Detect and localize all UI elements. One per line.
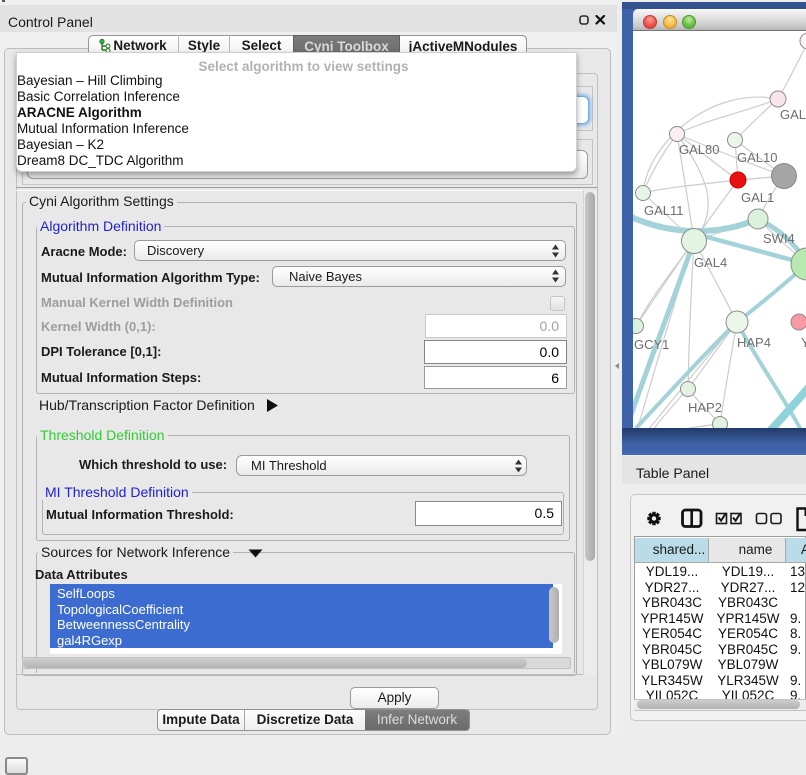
svg-text:GAL80: GAL80 bbox=[679, 142, 719, 157]
svg-text:HAP4: HAP4 bbox=[737, 335, 771, 350]
svg-text:GAL1: GAL1 bbox=[741, 190, 774, 205]
svg-text:GAL8: GAL8 bbox=[780, 107, 806, 122]
svg-text:GAL10: GAL10 bbox=[737, 150, 777, 165]
svg-text:GAL11: GAL11 bbox=[644, 203, 684, 218]
svg-text:SWI4: SWI4 bbox=[763, 231, 795, 246]
svg-text:GAL4: GAL4 bbox=[694, 255, 727, 270]
svg-text:GCY1: GCY1 bbox=[634, 337, 669, 352]
svg-text:HAP2: HAP2 bbox=[688, 400, 722, 415]
svg-text:Y: Y bbox=[801, 335, 806, 350]
